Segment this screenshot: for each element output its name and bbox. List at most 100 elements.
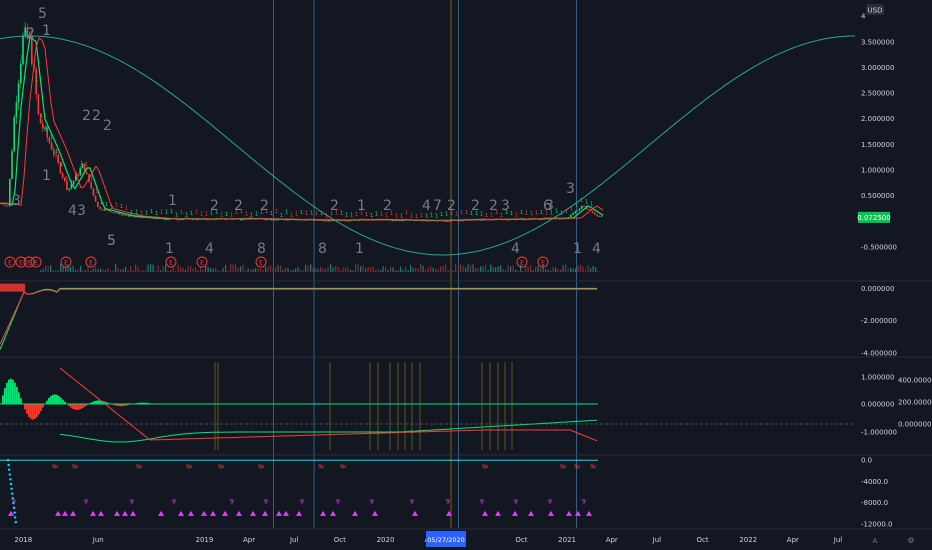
candle-body: [50, 142, 53, 150]
wave-count-label: 2: [447, 198, 456, 214]
pattern-label: 1: [130, 210, 133, 216]
volume-bar: [247, 268, 249, 272]
candle-body: [57, 154, 59, 163]
pattern-label: 1: [245, 211, 248, 217]
volume-bar: [435, 268, 437, 272]
pattern-label: 1: [435, 214, 438, 220]
volume-bar: [580, 264, 582, 272]
pattern-label: 1: [585, 200, 588, 206]
volume-bar: [515, 269, 517, 272]
pattern-label: 1: [85, 161, 88, 167]
volume-bar: [232, 264, 234, 272]
volume-bar: [187, 266, 189, 272]
candle-body: [6, 205, 9, 207]
volume-bar: [455, 264, 457, 272]
pattern-label: 1: [45, 127, 48, 133]
nine-p-tag: 9p: [218, 464, 224, 470]
chart-canvas[interactable]: 11 11111111111 1111 1 1 1 1 11 1 1 1 1 1 1 1 11 1 1 1 1 1 1 1 1…: [0, 0, 932, 550]
time-axis-tick: Apr: [243, 536, 255, 544]
volume-bar: [92, 268, 94, 272]
volume-bar: [237, 268, 239, 272]
volume-bar: [260, 268, 262, 272]
pattern-label: 1: [125, 206, 128, 212]
volume-bar: [110, 270, 112, 272]
volume-bar: [347, 267, 349, 272]
macd-histogram-bar: [10, 378, 12, 404]
volume-bar: [377, 268, 379, 272]
auto-scale-button[interactable]: A: [873, 537, 878, 545]
volume-bar: [295, 268, 297, 272]
volume-bar: [380, 270, 382, 272]
time-axis-tick: 2018: [14, 536, 32, 544]
volume-bar: [80, 266, 82, 272]
nine-p-tag: 9p: [482, 464, 488, 470]
nine-p-tag: 9p: [136, 464, 142, 470]
candle-body: [587, 208, 590, 210]
cursor-date-label: 05/27/2020: [427, 536, 464, 544]
pattern-label: 1: [340, 210, 343, 216]
macd-histogram-bar: [52, 394, 54, 404]
volume-bar: [42, 268, 44, 272]
volume-bar: [150, 264, 152, 272]
volume-bar: [142, 269, 144, 272]
candle-body: [123, 214, 125, 216]
wave-count-label: 2: [489, 198, 498, 214]
macd-axis-tick-left: -1.000000: [861, 429, 897, 437]
volume-bar: [442, 265, 444, 272]
volume-bar: [202, 269, 204, 272]
macd-histogram-bar: [2, 395, 4, 404]
volume-bar: [90, 270, 92, 272]
pattern-label: 1: [560, 210, 563, 216]
pattern-label: 1: [60, 162, 63, 168]
pattern-label: 1: [225, 212, 228, 218]
time-axis-tick: 2021: [558, 536, 576, 544]
macd-histogram-bar: [76, 404, 78, 410]
volume-bar: [45, 265, 47, 272]
event-marker-label: E: [200, 260, 204, 267]
macd-histogram-bar: [74, 404, 76, 410]
pattern-label: 1: [50, 135, 53, 141]
pattern-label: 1: [280, 213, 283, 219]
pattern-label: 1: [120, 204, 123, 210]
volume-bar: [400, 266, 402, 272]
volume-bar: [117, 268, 119, 272]
settings-button[interactable]: ⚙: [907, 536, 914, 545]
macd-histogram-bar: [20, 398, 22, 404]
volume-bar: [525, 265, 527, 272]
volume-bar: [422, 265, 424, 272]
volume-bar: [500, 265, 502, 272]
pattern-label: 1: [405, 210, 408, 216]
volume-bar: [587, 265, 589, 272]
pattern-label: 1: [300, 210, 303, 216]
volume-bar: [570, 267, 572, 272]
wave-count-label: 8: [318, 241, 327, 257]
volume-bar: [97, 269, 99, 272]
pattern-label: 1: [115, 203, 118, 209]
macd-histogram-bar: [40, 404, 42, 412]
wave-count-label: 2: [26, 26, 35, 42]
volume-bar: [292, 269, 294, 272]
volume-bar: [590, 268, 592, 272]
volume-bar: [520, 265, 522, 272]
volume-bar: [287, 268, 289, 272]
volume-bar: [410, 265, 412, 272]
volume-bar: [547, 269, 549, 272]
macd-histogram-bar: [82, 404, 84, 408]
candle-body: [42, 123, 44, 129]
volume-bar: [372, 266, 374, 272]
volume-bar: [205, 265, 207, 272]
volume-bar: [350, 269, 352, 272]
candle-body: [154, 218, 156, 220]
macd-histogram-bar: [24, 404, 26, 410]
time-axis-tick: Oct: [696, 536, 708, 544]
volume-bar: [52, 270, 54, 272]
macd-histogram-bar: [50, 396, 52, 404]
volume-bar: [190, 265, 192, 272]
pattern-label: 1: [95, 189, 98, 195]
volume-bar: [320, 266, 322, 272]
nine-marker: 9: [264, 499, 268, 506]
volume-bar: [497, 266, 499, 272]
macd-histogram-bar: [26, 404, 28, 414]
candle-body: [178, 219, 180, 221]
macd-histogram-bar: [58, 395, 60, 404]
